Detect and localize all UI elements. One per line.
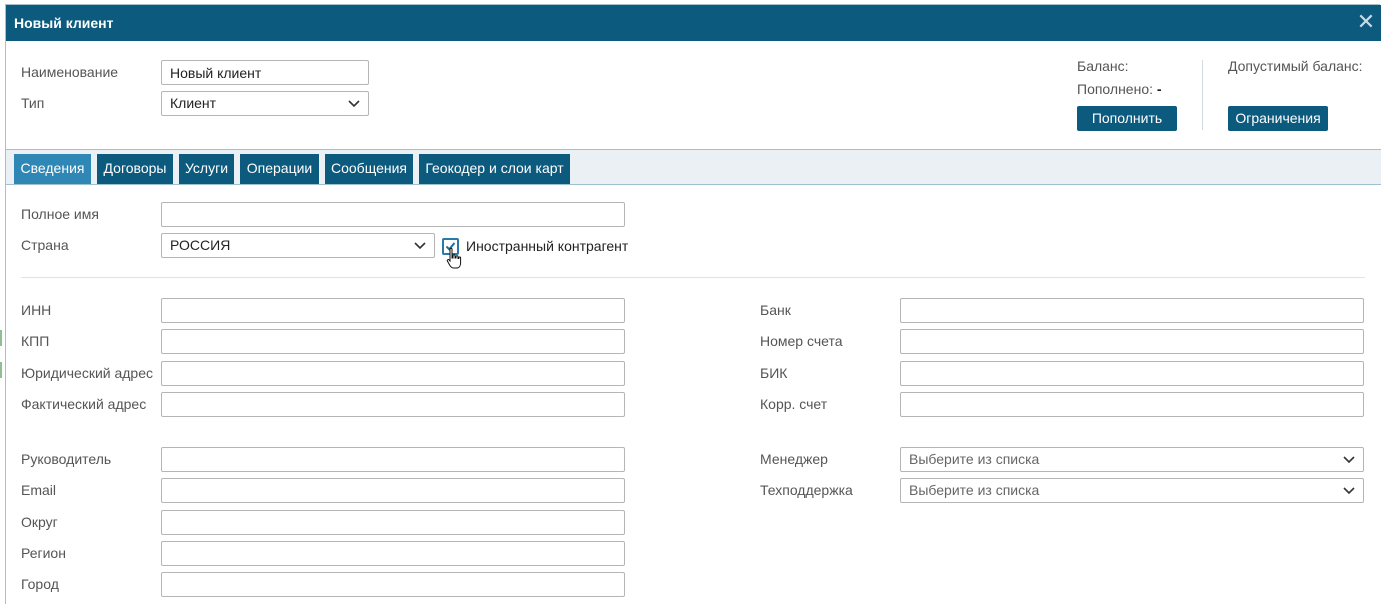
manager-select[interactable]: Выберите из списка [900, 447, 1364, 472]
head-input[interactable] [161, 447, 625, 472]
new-client-dialog: Новый клиент ✕ Наименование Тип Клиент Б… [5, 4, 1381, 604]
city-input[interactable] [161, 572, 625, 597]
bank-input[interactable] [900, 298, 1364, 323]
chevron-down-icon [1343, 456, 1355, 464]
bik-input[interactable] [900, 361, 1364, 386]
chevron-down-icon [1343, 487, 1355, 495]
kpp-input[interactable] [161, 329, 625, 354]
inn-label: ИНН [21, 302, 52, 318]
support-select-value: Выберите из списка [909, 482, 1040, 498]
balance-label: Баланс: [1077, 58, 1129, 74]
city-label: Город [21, 576, 59, 592]
close-icon[interactable]: ✕ [1354, 10, 1378, 34]
manager-select-value: Выберите из списка [909, 451, 1040, 467]
tab-contracts[interactable]: Договоры [97, 154, 173, 184]
name-input[interactable] [161, 60, 369, 85]
chevron-down-icon [414, 242, 426, 250]
type-label: Тип [21, 95, 45, 111]
email-input[interactable] [161, 478, 625, 503]
region-label: Регион [21, 545, 66, 561]
foreign-checkbox-label[interactable]: Иностранный контрагент [466, 238, 628, 254]
tab-messages[interactable]: Сообщения [325, 154, 413, 184]
hand-cursor-icon [446, 247, 462, 269]
tab-operations[interactable]: Операции [240, 154, 319, 184]
topup-button[interactable]: Пополнить [1077, 106, 1177, 131]
head-label: Руководитель [21, 451, 112, 467]
topped-value: - [1156, 81, 1162, 97]
header-divider [1202, 60, 1203, 130]
corr-account-label: Корр. счет [760, 396, 828, 412]
dialog-title: Новый клиент [14, 15, 114, 31]
tab-services[interactable]: Услуги [179, 154, 234, 184]
region-input[interactable] [161, 541, 625, 566]
district-label: Округ [21, 514, 58, 530]
country-select[interactable]: РОССИЯ [161, 233, 435, 258]
left-edge-mark [0, 330, 2, 346]
country-label: Страна [21, 237, 69, 253]
chevron-down-icon [348, 100, 360, 108]
manager-label: Менеджер [760, 451, 828, 467]
allowed-balance-label: Допустимый баланс: [1228, 58, 1363, 74]
support-select[interactable]: Выберите из списка [900, 478, 1364, 503]
support-label: Техподдержка [760, 482, 853, 498]
actual-address-input[interactable] [161, 392, 625, 417]
inn-input[interactable] [161, 298, 625, 323]
name-label: Наименование [21, 64, 119, 80]
email-label: Email [21, 482, 57, 498]
actual-address-label: Фактический адрес [21, 396, 147, 412]
limits-button[interactable]: Ограничения [1228, 106, 1328, 131]
district-input[interactable] [161, 510, 625, 535]
bik-label: БИК [760, 365, 788, 381]
tab-bar: Сведения Договоры Услуги Операции Сообще… [6, 150, 1381, 185]
kpp-label: КПП [21, 333, 50, 349]
tab-info[interactable]: Сведения [14, 154, 91, 184]
topped-label: Пополнено: - [1077, 81, 1162, 97]
left-edge-mark [0, 362, 2, 378]
legal-address-label: Юридический адрес [21, 365, 154, 381]
type-select[interactable]: Клиент [161, 91, 369, 116]
section-divider [21, 277, 1365, 278]
full-name-label: Полное имя [21, 206, 99, 222]
account-label: Номер счета [760, 333, 843, 349]
country-select-value: РОССИЯ [170, 237, 231, 253]
account-input[interactable] [900, 329, 1364, 354]
type-select-value: Клиент [170, 95, 217, 111]
tab-geocoder[interactable]: Геокодер и слои карт [419, 154, 570, 184]
legal-address-input[interactable] [161, 361, 625, 386]
dialog-titlebar: Новый клиент ✕ [6, 5, 1381, 41]
bank-label: Банк [760, 302, 791, 318]
corr-account-input[interactable] [900, 392, 1364, 417]
topped-label-text: Пополнено: [1077, 81, 1154, 97]
full-name-input[interactable] [161, 202, 625, 227]
